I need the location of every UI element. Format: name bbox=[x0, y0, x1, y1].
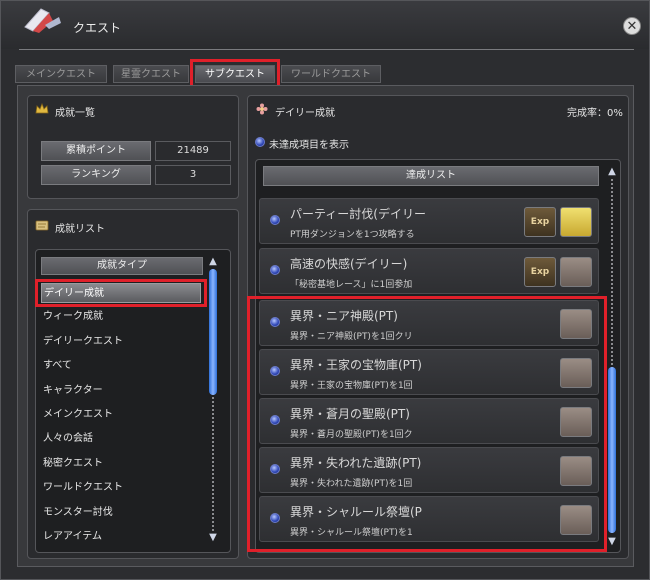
category-rare-item[interactable]: レアアイテム bbox=[41, 527, 201, 547]
achievement-item[interactable]: 異界・シャルール祭壇(P 異界・シャルール祭壇(PT)を1 bbox=[259, 496, 599, 542]
ticket-reward-icon[interactable] bbox=[560, 207, 592, 237]
item-name: パーティー討伐(デイリー bbox=[290, 207, 426, 221]
crown-icon bbox=[35, 103, 49, 114]
scroll-thumb[interactable] bbox=[608, 367, 616, 533]
incomplete-indicator-icon bbox=[270, 265, 280, 275]
tab-spirit-quest[interactable]: 星霊クエスト bbox=[113, 65, 189, 83]
item-description: 異界・蒼月の聖殿(PT)を1回ク bbox=[290, 430, 413, 440]
title-divider bbox=[19, 49, 634, 50]
item-name: 異界・失われた遺跡(PT) bbox=[290, 456, 422, 470]
ranking-label: ランキング bbox=[41, 165, 151, 185]
scroll-up-icon[interactable]: ▲ bbox=[208, 257, 218, 267]
ranking-value: 3 bbox=[155, 165, 231, 185]
exp-reward-icon[interactable]: Exp bbox=[524, 257, 556, 287]
daily-title: デイリー成就 bbox=[275, 108, 335, 119]
points-label: 累積ポイント bbox=[41, 141, 151, 161]
category-daily[interactable]: デイリー成就 bbox=[41, 283, 201, 303]
category-type-header: 成就タイプ bbox=[41, 257, 203, 275]
item-name: 高速の快感(デイリー) bbox=[290, 257, 408, 271]
scroll-up-icon[interactable]: ▲ bbox=[607, 167, 617, 177]
category-all[interactable]: すべて bbox=[41, 356, 201, 376]
gift-box-reward-icon[interactable] bbox=[560, 309, 592, 339]
incomplete-indicator-icon bbox=[270, 464, 280, 474]
tab-sub-quest[interactable]: サブクエスト bbox=[195, 65, 275, 83]
category-scrollbar[interactable]: ▲ ▼ bbox=[208, 257, 218, 543]
item-description: 異界・ニア神殿(PT)を1回クリ bbox=[290, 332, 413, 342]
item-name: 異界・王家の宝物庫(PT) bbox=[290, 358, 422, 372]
gift-box-reward-icon[interactable] bbox=[560, 407, 592, 437]
close-icon: ✕ bbox=[626, 19, 638, 34]
incomplete-indicator-icon bbox=[270, 513, 280, 523]
scroll-thumb[interactable] bbox=[209, 269, 217, 395]
achievement-item[interactable]: パーティー討伐(デイリー PT用ダンジョンを1つ攻略する Exp bbox=[259, 198, 599, 244]
item-name: 異界・蒼月の聖殿(PT) bbox=[290, 407, 410, 421]
scroll-down-icon[interactable]: ▼ bbox=[208, 533, 218, 543]
item-name: 異界・ニア神殿(PT) bbox=[290, 309, 398, 323]
exp-reward-icon[interactable]: Exp bbox=[524, 207, 556, 237]
category-character[interactable]: キャラクター bbox=[41, 381, 201, 401]
completion-rate: 完成率：0% bbox=[567, 108, 623, 119]
tab-main-quest[interactable]: メインクエスト bbox=[15, 65, 107, 83]
items-scrollbar[interactable]: ▲ ▼ bbox=[607, 167, 617, 547]
close-button[interactable]: ✕ bbox=[623, 17, 641, 35]
item-description: 異界・失われた遺跡(PT)を1回 bbox=[290, 479, 413, 489]
incomplete-indicator-icon bbox=[270, 366, 280, 376]
gift-box-reward-icon[interactable] bbox=[560, 456, 592, 486]
scroll-down-icon[interactable]: ▼ bbox=[607, 537, 617, 547]
gift-box-reward-icon[interactable] bbox=[560, 257, 592, 287]
achieved-list-header: 達成リスト bbox=[263, 166, 599, 186]
category-daily-quest[interactable]: デイリークエスト bbox=[41, 332, 201, 352]
window-title: クエスト bbox=[73, 21, 122, 35]
achievement-item[interactable]: 異界・蒼月の聖殿(PT) 異界・蒼月の聖殿(PT)を1回ク bbox=[259, 398, 599, 444]
incomplete-indicator-icon bbox=[270, 317, 280, 327]
flower-icon bbox=[256, 103, 268, 115]
achievement-item[interactable]: 異界・王家の宝物庫(PT) 異界・王家の宝物庫(PT)を1回 bbox=[259, 349, 599, 395]
gift-box-reward-icon[interactable] bbox=[560, 358, 592, 388]
quest-window: クエスト ✕ メインクエスト 星霊クエスト サブクエスト ワールドクエスト 成就… bbox=[0, 0, 650, 580]
points-value: 21489 bbox=[155, 141, 231, 161]
item-description: 「秘密基地レース」に1回参加 bbox=[290, 280, 413, 290]
achievement-item[interactable]: 高速の快感(デイリー) 「秘密基地レース」に1回参加 Exp bbox=[259, 248, 599, 294]
category-main-quest[interactable]: メインクエスト bbox=[41, 405, 201, 425]
tab-world-quest[interactable]: ワールドクエスト bbox=[281, 65, 381, 83]
gift-box-reward-icon[interactable] bbox=[560, 505, 592, 535]
item-description: PT用ダンジョンを1つ攻略する bbox=[290, 230, 415, 240]
category-secret-quest[interactable]: 秘密クエスト bbox=[41, 454, 201, 474]
item-description: 異界・王家の宝物庫(PT)を1回 bbox=[290, 381, 413, 391]
item-name: 異界・シャルール祭壇(P bbox=[290, 505, 422, 519]
achievement-item[interactable]: 異界・ニア神殿(PT) 異界・ニア神殿(PT)を1回クリ bbox=[259, 300, 599, 346]
scroll-book-icon bbox=[35, 220, 49, 231]
category-weekly[interactable]: ウィーク成就 bbox=[41, 307, 201, 327]
quest-logo-icon bbox=[24, 8, 61, 33]
category-world-quest[interactable]: ワールドクエスト bbox=[41, 478, 201, 498]
category-conversations[interactable]: 人々の会話 bbox=[41, 429, 201, 449]
category-monster-hunt[interactable]: モンスター討伐 bbox=[41, 503, 201, 523]
show-incomplete-radio[interactable] bbox=[255, 137, 265, 147]
achievement-list-title: 成就リスト bbox=[55, 224, 105, 235]
item-description: 異界・シャルール祭壇(PT)を1 bbox=[290, 528, 413, 538]
show-incomplete-label: 未達成項目を表示 bbox=[269, 140, 349, 151]
summary-title: 成就一覧 bbox=[55, 108, 95, 119]
incomplete-indicator-icon bbox=[270, 215, 280, 225]
achievement-item[interactable]: 異界・失われた遺跡(PT) 異界・失われた遺跡(PT)を1回 bbox=[259, 447, 599, 493]
incomplete-indicator-icon bbox=[270, 415, 280, 425]
